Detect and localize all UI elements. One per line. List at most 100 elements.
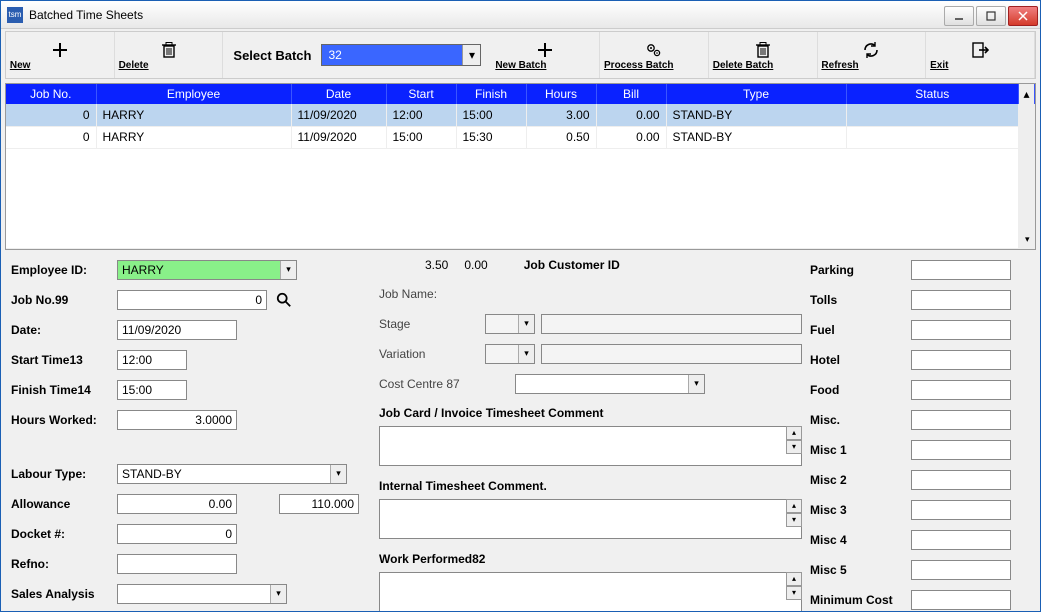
scroll-up-button[interactable]: ▴ [1019,84,1035,104]
misc2-input[interactable] [911,470,1011,490]
col-hours[interactable]: Hours [526,84,596,104]
min-cost-input[interactable] [911,590,1011,610]
spin-up-icon[interactable]: ▴ [786,499,802,513]
employee-id-select[interactable]: HARRY ▾ [117,260,297,280]
misc-label: Misc. [810,413,905,427]
refresh-button[interactable]: Refresh [818,32,927,78]
process-batch-button[interactable]: Process Batch [600,32,709,78]
jobno-lookup-button[interactable] [273,290,295,310]
detail-form: Employee ID: HARRY ▾ Job No.99 Date: Sta… [1,250,1040,612]
chevron-down-icon: ▾ [462,45,480,65]
start-time-input[interactable] [117,350,187,370]
misc2-label: Misc 2 [810,473,905,487]
col-finish[interactable]: Finish [456,84,526,104]
work-performed-label: Work Performed82 [379,552,802,566]
chevron-down-icon: ▾ [518,315,534,333]
select-batch-label: Select Batch [233,48,311,63]
jobno-label: Job No.99 [11,293,111,307]
window-title: Batched Time Sheets [29,8,944,22]
chevron-down-icon: ▾ [688,375,704,393]
internal-comment-textarea[interactable] [379,499,802,539]
stage-select[interactable]: ▾ [485,314,535,334]
fuel-input[interactable] [911,320,1011,340]
date-input[interactable] [117,320,237,340]
delete-batch-button[interactable]: Delete Batch [709,32,818,78]
allowance2-input[interactable] [279,494,359,514]
exit-button[interactable]: Exit [926,32,1035,78]
select-batch-dropdown[interactable]: 32 ▾ [321,44,481,66]
misc4-input[interactable] [911,530,1011,550]
hours-worked-label: Hours Worked: [11,413,111,427]
col-employee[interactable]: Employee [96,84,291,104]
tolls-input[interactable] [911,290,1011,310]
docket-label: Docket #: [11,527,111,541]
minimize-button[interactable] [944,6,974,26]
misc5-label: Misc 5 [810,563,905,577]
allowance-label: Allowance [11,497,111,511]
hotel-input[interactable] [911,350,1011,370]
cell-type: STAND-BY [666,104,846,126]
exit-icon [971,40,989,60]
refresh-label: Refresh [821,60,921,71]
refno-input[interactable] [117,554,237,574]
work-performed-textarea[interactable] [379,572,802,612]
allowance-input[interactable] [117,494,237,514]
cost-centre-label: Cost Centre 87 [379,377,509,391]
hours-worked-input[interactable] [117,410,237,430]
titlebar: tsm Batched Time Sheets [1,1,1040,29]
sales-analysis-select[interactable]: ▾ [117,584,287,604]
misc3-input[interactable] [911,500,1011,520]
cell-start: 15:00 [386,126,456,148]
date-label: Date: [11,323,111,337]
food-label: Food [810,383,905,397]
delete-button[interactable]: Delete [115,32,224,78]
cell-hours: 3.00 [526,104,596,126]
new-batch-button[interactable]: New Batch [491,32,600,78]
variation-label: Variation [379,347,479,361]
food-input[interactable] [911,380,1011,400]
col-start[interactable]: Start [386,84,456,104]
cell-finish: 15:00 [456,104,526,126]
labour-type-value: STAND-BY [122,467,182,481]
finish-time-label: Finish Time14 [11,383,111,397]
cell-hours: 0.50 [526,126,596,148]
cell-status [846,104,1019,126]
employee-id-value: HARRY [122,263,164,277]
min-cost-label: Minimum Cost [810,593,905,607]
spin-up-icon[interactable]: ▴ [786,572,802,586]
misc1-input[interactable] [911,440,1011,460]
col-jobno[interactable]: Job No. [6,84,96,104]
variation-select[interactable]: ▾ [485,344,535,364]
scroll-down-button[interactable]: ▾ [1019,104,1035,248]
jobno-input[interactable] [117,290,267,310]
parking-input[interactable] [911,260,1011,280]
chevron-down-icon: ▾ [330,465,346,483]
docket-input[interactable] [117,524,237,544]
finish-time-input[interactable] [117,380,187,400]
fuel-label: Fuel [810,323,905,337]
table-row[interactable]: 0 HARRY 11/09/2020 15:00 15:30 0.50 0.00… [6,126,1035,148]
spin-down-icon[interactable]: ▾ [786,586,802,600]
maximize-button[interactable] [976,6,1006,26]
jobcard-comment-textarea[interactable] [379,426,802,466]
col-status[interactable]: Status [846,84,1019,104]
sales-analysis-label: Sales Analysis [11,587,111,601]
cell-finish: 15:30 [456,126,526,148]
spin-down-icon[interactable]: ▾ [786,440,802,454]
misc5-input[interactable] [911,560,1011,580]
misc-input[interactable] [911,410,1011,430]
labour-type-label: Labour Type: [11,467,111,481]
new-button[interactable]: New [6,32,115,78]
col-type[interactable]: Type [666,84,846,104]
spin-down-icon[interactable]: ▾ [786,513,802,527]
new-batch-label: New Batch [495,60,595,71]
cost-centre-select[interactable]: ▾ [515,374,705,394]
close-button[interactable] [1008,6,1038,26]
refresh-icon [862,40,880,60]
spin-up-icon[interactable]: ▴ [786,426,802,440]
labour-type-select[interactable]: STAND-BY ▾ [117,464,347,484]
col-date[interactable]: Date [291,84,386,104]
cell-bill: 0.00 [596,104,666,126]
table-row[interactable]: 0 HARRY 11/09/2020 12:00 15:00 3.00 0.00… [6,104,1035,126]
col-bill[interactable]: Bill [596,84,666,104]
